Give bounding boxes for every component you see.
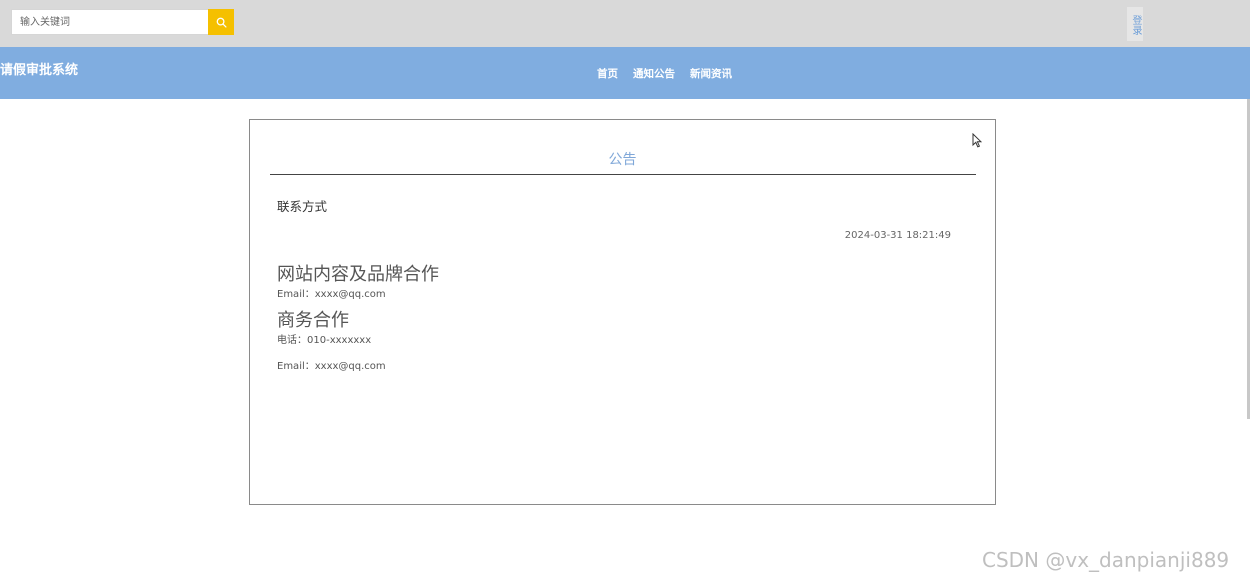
content-line: Email：xxxx@qq.com (277, 361, 386, 372)
divider (270, 174, 976, 175)
top-bar: 登录 (0, 0, 1250, 47)
content-line: Email：xxxx@qq.com (277, 289, 386, 300)
nav-item-home[interactable]: 首页 (597, 66, 618, 81)
notice-title: 联系方式 (277, 199, 328, 214)
content-heading: 商务合作 (277, 310, 349, 331)
content-line: 电话：010-xxxxxxx (277, 335, 372, 346)
nav-item-announcements[interactable]: 通知公告 (633, 66, 675, 81)
notice-content: 网站内容及品牌合作 Email：xxxx@qq.com 商务合作 电话：010-… (277, 262, 439, 374)
search-input[interactable] (11, 9, 208, 35)
content-heading: 网站内容及品牌合作 (277, 264, 439, 285)
main-nav: 首页 通知公告 新闻资讯 (597, 66, 732, 81)
search-box (11, 9, 234, 35)
section-title: 公告 (608, 152, 637, 168)
nav-bar: 请假审批系统 首页 通知公告 新闻资讯 (0, 47, 1250, 99)
watermark: CSDN @vx_danpianji889 (982, 548, 1230, 572)
nav-item-news[interactable]: 新闻资讯 (690, 66, 732, 81)
mouse-pointer-icon (972, 133, 982, 148)
login-link[interactable]: 登录 (1127, 7, 1143, 41)
site-title: 请假审批系统 (0, 63, 79, 78)
notice-card: 公告 联系方式 2024-03-31 18:21:49 网站内容及品牌合作 Em… (249, 119, 996, 505)
search-icon (216, 17, 227, 28)
search-button[interactable] (208, 9, 234, 35)
notice-timestamp: 2024-03-31 18:21:49 (844, 230, 951, 241)
